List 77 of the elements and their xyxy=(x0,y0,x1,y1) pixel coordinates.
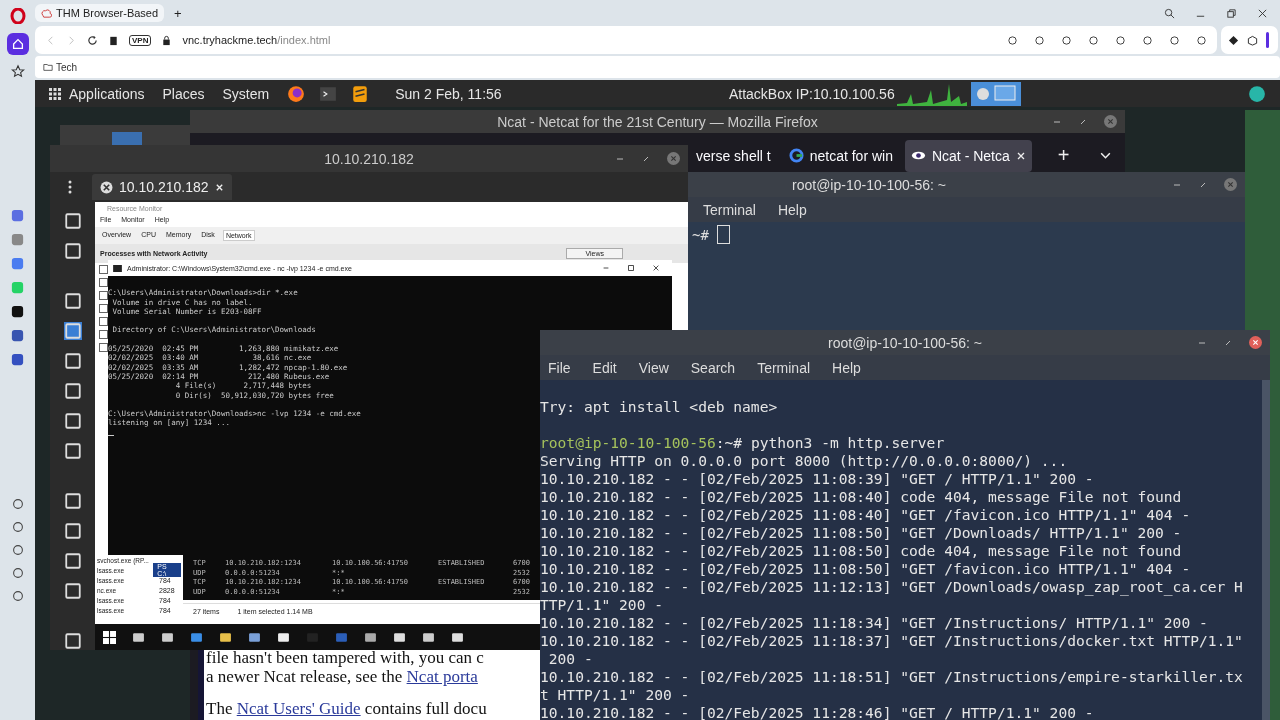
paragraph-text: a newer Ncat release, see the Ncat porta xyxy=(206,667,478,686)
cube-icon[interactable] xyxy=(1247,34,1258,46)
terminal-line: 10.10.210.182 - - [02/Feb/2025 11:28:46] "GET / HTTP/1.1" 200 - xyxy=(540,704,1095,720)
menu-item[interactable]: Terminal xyxy=(757,359,811,376)
bookmark-folder[interactable]: Tech xyxy=(43,61,78,73)
browser-tab[interactable]: netcat for win xyxy=(782,139,899,172)
google-icon xyxy=(788,148,804,163)
terminal-line: 10.10.210.182 - - [02/Feb/2025 11:08:50] "GET /Downloads/ HTTP/1.1" 200 - xyxy=(540,524,1183,542)
terminal-line: Try: apt install <deb name> xyxy=(540,398,779,416)
maximize-icon[interactable] xyxy=(627,264,635,272)
terminal-line: 10.10.210.182 - - [02/Feb/2025 11:18:51] "GET /Instructions/empire-starkiller.tx xyxy=(540,668,1244,686)
menu-item[interactable]: File xyxy=(548,359,571,376)
page-link[interactable]: Ncat Users' Guide xyxy=(236,699,361,718)
lock-icon xyxy=(161,34,173,46)
cursor xyxy=(716,225,730,244)
connection-tab[interactable]: 10.10.210.182 xyxy=(92,174,232,200)
menu-item[interactable]: View xyxy=(638,359,669,376)
menu-item[interactable]: Terminal xyxy=(703,201,756,218)
ip-indicator: AttackBox IP:10.10.100.56 xyxy=(728,85,895,102)
window-title: Ncat - Netcat for the 21st Century — Mozilla Firefox xyxy=(497,113,818,130)
panel-menu[interactable]: Applications xyxy=(69,85,145,102)
opera-logo[interactable] xyxy=(9,8,26,24)
paragraph-text: file hasn't been tampered with, you can c xyxy=(206,648,484,667)
menu-item[interactable]: Edit xyxy=(592,359,617,376)
window-title: root@ip-10-10-100-56: ~ xyxy=(828,334,982,351)
window-title: root@ip-10-10-100-56: ~ xyxy=(792,176,946,193)
browser-tab[interactable]: verse shell t xyxy=(690,139,777,172)
connection-icon xyxy=(100,180,113,194)
terminal-line: 10.10.210.182 - - [02/Feb/2025 11:08:39] "GET / HTTP/1.1" 200 - xyxy=(540,470,1095,488)
terminal-line: Serving HTTP on 0.0.0.0 port 8000 (http://0.0.0.0:8000/) ... xyxy=(540,452,1069,470)
reload-icon[interactable] xyxy=(87,34,98,46)
window-title: 10.10.210.182 xyxy=(324,150,414,167)
panel-clock[interactable]: Sun 2 Feb, 11:56 xyxy=(395,85,502,102)
panel-menu[interactable]: System xyxy=(222,85,270,102)
panel-menu[interactable]: Places xyxy=(162,85,205,102)
terminal-line: 200 - xyxy=(547,650,594,668)
browser-tab[interactable]: THM Browser-Based xyxy=(35,4,165,22)
terminal-line: 10.10.210.182 - - [02/Feb/2025 11:08:40] "GET /favicon.ico HTTP/1.1" 404 - xyxy=(540,506,1192,524)
home-button[interactable] xyxy=(6,33,29,55)
new-tab-button[interactable]: + xyxy=(170,5,186,21)
new-tab-button[interactable]: + xyxy=(1051,143,1076,168)
close-icon[interactable] xyxy=(1015,150,1026,161)
terminal-line: 10.10.210.182 - - [02/Feb/2025 11:08:50] "GET /favicon.ico HTTP/1.1" 404 - xyxy=(540,560,1192,578)
terminal-line: 10.10.210.182 - - [02/Feb/2025 11:18:37] "GET /Instructions/docker.txt HTTP/1.1" xyxy=(540,632,1244,650)
windows-logo-icon[interactable] xyxy=(103,630,116,644)
terminal-line: t HTTP/1.1" 200 - xyxy=(540,686,691,704)
close-icon[interactable] xyxy=(1249,336,1262,349)
address-bar[interactable]: VPN vnc.tryhackme.tech/index.html xyxy=(35,26,1217,54)
terminal-line: 10.10.210.182 - - [02/Feb/2025 11:08:40] code 404, message File not found xyxy=(540,488,1183,506)
terminal-line: 10.10.210.182 - - [02/Feb/2025 11:08:50] code 404, message File not found xyxy=(540,542,1183,560)
close-icon[interactable] xyxy=(1257,7,1268,19)
terminal-line: TTP/1.1" 200 - xyxy=(540,596,664,614)
firefox-icon[interactable] xyxy=(287,84,306,103)
menu-item[interactable]: Help xyxy=(777,201,807,218)
close-icon[interactable] xyxy=(652,264,660,272)
menu-item[interactable]: Search xyxy=(690,359,736,376)
workspace-icon[interactable] xyxy=(970,81,1021,106)
cloud-icon xyxy=(41,7,52,19)
terminal-icon[interactable] xyxy=(319,84,338,103)
paragraph-text: The Ncat Users' Guide contains full docu xyxy=(206,699,487,718)
grid-icon[interactable] xyxy=(49,87,61,100)
terminal-line: root@ip-10-10-100-56:~# python3 -m http.server xyxy=(540,434,946,452)
url-text: vnc.tryhackme.tech/index.html xyxy=(182,34,331,46)
star-icon[interactable] xyxy=(10,64,25,78)
cursor xyxy=(108,434,114,436)
scrollbar[interactable] xyxy=(1262,380,1270,720)
sublime-icon[interactable] xyxy=(351,84,370,103)
extension-icon[interactable] xyxy=(1228,34,1239,46)
vpn-badge[interactable]: VPN xyxy=(129,34,152,46)
menu-item[interactable]: Help xyxy=(832,359,861,376)
accent-bar xyxy=(1266,32,1269,48)
restore-icon[interactable] xyxy=(1226,7,1237,19)
browser-tab[interactable]: Ncat - Netca xyxy=(904,139,1032,172)
terminal-prompt: ~# xyxy=(692,226,709,243)
page-link[interactable]: Ncat porta xyxy=(406,667,478,686)
terminal-line: 10.10.210.182 - - [02/Feb/2025 11:12:13] "GET /Downloads/owasp_zap_root_ca.cer H xyxy=(540,578,1244,596)
terminal-line: 10.10.210.182 - - [02/Feb/2025 11:18:34] "GET /Instructions/ HTTP/1.1" 200 - xyxy=(540,614,1209,632)
